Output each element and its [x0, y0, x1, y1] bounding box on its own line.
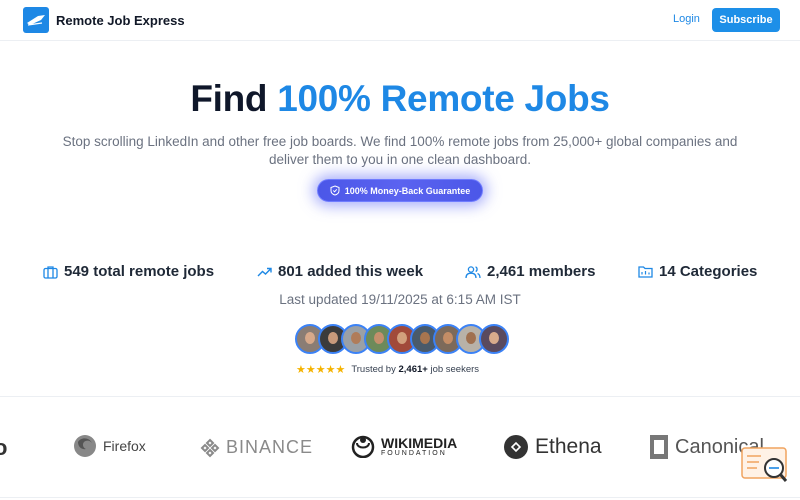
wikimedia-icon — [351, 435, 375, 458]
trusted-by: ★★★★★ Trusted by 2,461+ job seekers — [296, 363, 479, 376]
hero-subtitle: Stop scrolling LinkedIn and other free j… — [62, 134, 738, 167]
subscribe-button[interactable]: Subscribe — [712, 8, 780, 32]
guarantee-badge[interactable]: 100% Money-Back Guarantee — [317, 179, 483, 202]
rating-stars: ★★★★★ — [296, 364, 346, 376]
binance-icon — [200, 438, 220, 457]
logo-firefox: Firefox — [73, 434, 146, 458]
trusted-text: Trusted by 2,461+ job seekers — [351, 364, 480, 375]
trending-up-icon — [257, 267, 272, 276]
guarantee-label: 100% Money-Back Guarantee — [344, 185, 471, 196]
shield-check-icon — [330, 185, 340, 196]
last-updated: Last updated 19/11/2025 at 6:15 AM IST — [279, 292, 521, 307]
stat-members: 2,461 members — [465, 263, 595, 280]
brand-name: Remote Job Express — [56, 12, 185, 28]
users-icon — [465, 265, 481, 278]
logo-partial: o — [0, 435, 8, 460]
hero-title: Find 100% Remote Jobs — [0, 78, 800, 120]
logo-text: WIKIMEDIA FOUNDATION — [381, 436, 457, 457]
folder-icon — [638, 266, 653, 278]
stat-categories: 14 Categories — [638, 263, 757, 280]
logo-binance: BINANCE — [200, 437, 313, 458]
company-logos: o Firefox BINANCE WIKIMEDIA FOUNDATION E… — [0, 396, 800, 500]
divider — [0, 497, 800, 498]
top-navbar: Remote Job Express Login Subscribe — [0, 0, 800, 41]
hero-title-highlight: 100% Remote Jobs — [277, 78, 610, 119]
logo-label: BINANCE — [226, 437, 314, 457]
search-chat-icon — [741, 447, 788, 482]
briefcase-icon — [43, 265, 58, 279]
ethena-icon — [504, 435, 528, 459]
firefox-icon — [74, 435, 96, 457]
stat-added-week: 801 added this week — [257, 263, 423, 280]
member-avatars — [295, 324, 509, 354]
canonical-icon — [650, 435, 668, 459]
logo-label: Ethena — [535, 435, 602, 458]
logo-icon — [23, 7, 49, 33]
logo-sublabel: FOUNDATION — [381, 449, 447, 457]
avatar — [479, 324, 509, 354]
stat-label: 2,461 members — [487, 263, 596, 280]
stat-label: 14 Categories — [659, 263, 758, 280]
feedback-widget[interactable] — [741, 447, 791, 487]
logo-label: Firefox — [103, 438, 146, 454]
logo-wikimedia: WIKIMEDIA FOUNDATION — [351, 434, 457, 458]
logo-label: WIKIMEDIA — [381, 434, 458, 451]
stat-total-jobs: 549 total remote jobs — [43, 263, 214, 280]
brand[interactable]: Remote Job Express — [23, 7, 185, 33]
stat-label: 801 added this week — [278, 263, 424, 280]
hero-title-prefix: Find — [190, 78, 278, 119]
login-link[interactable]: Login — [673, 13, 700, 25]
logo-ethena: Ethena — [503, 434, 602, 460]
stat-label: 549 total remote jobs — [64, 263, 215, 280]
